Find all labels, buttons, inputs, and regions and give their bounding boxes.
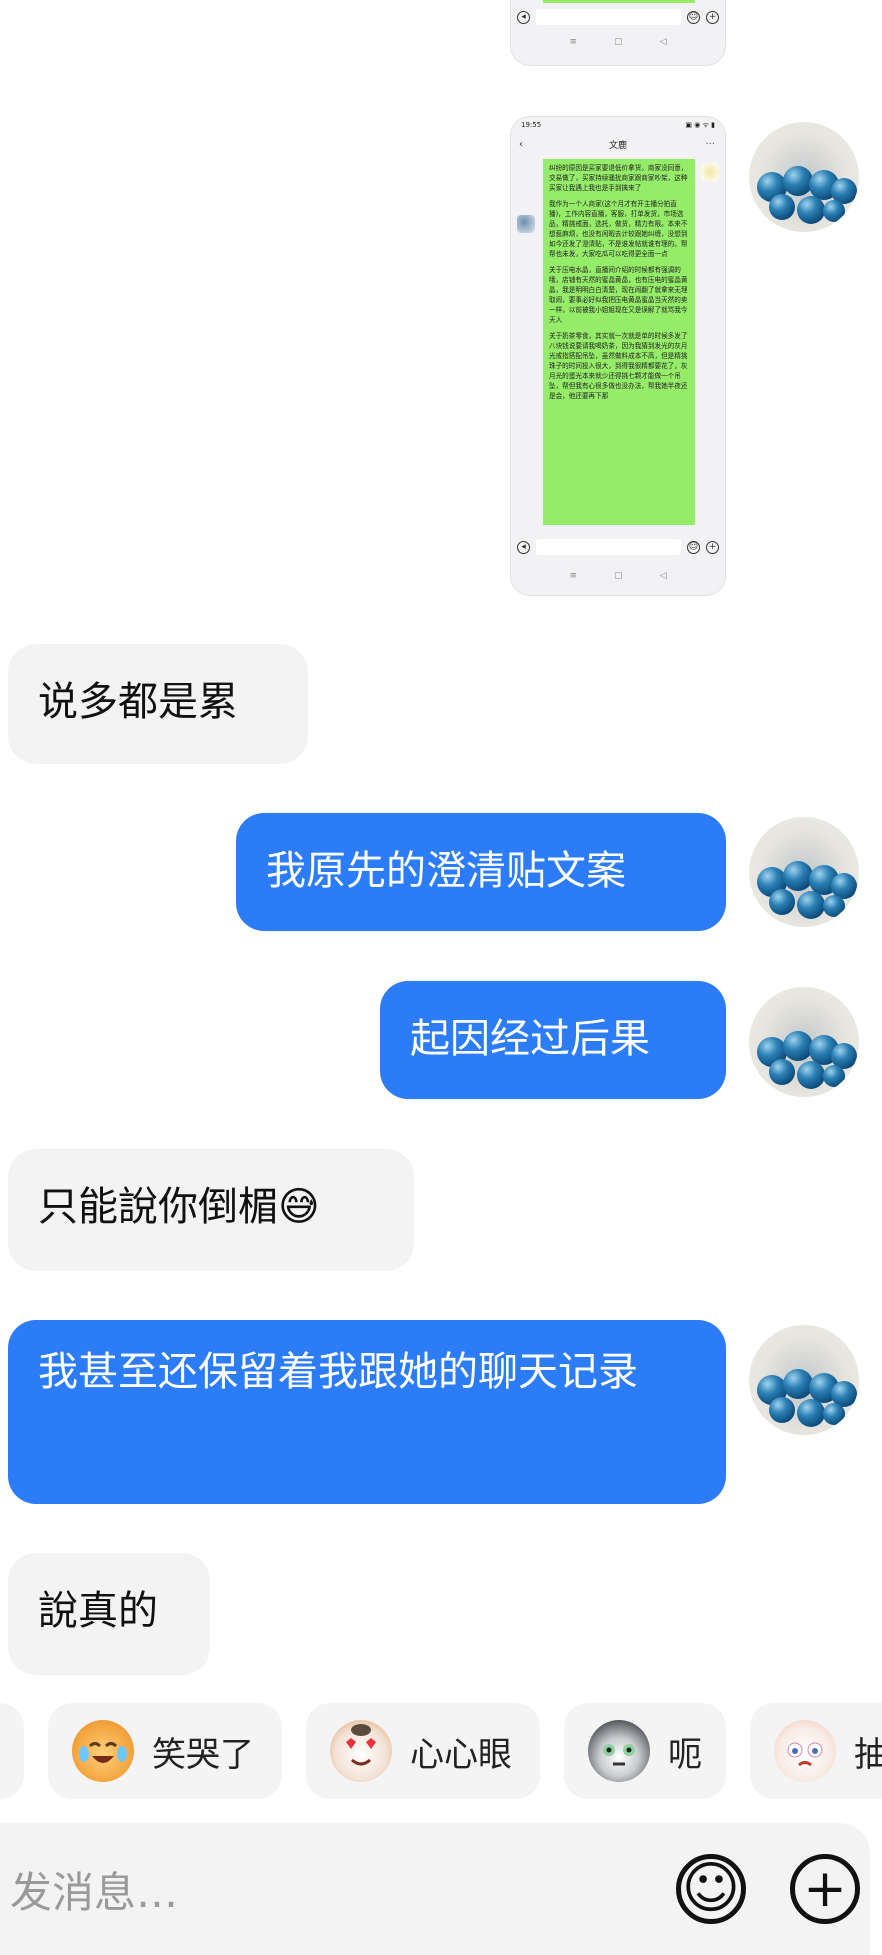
paragraph: 我作为一个人商家(这个月才有开主播分拍直播)，工作内容直播，客服，打单发货，市场… [549, 200, 688, 258]
bead-decoration [797, 1399, 825, 1427]
screenshot-input-bar: ◂ ☺ + [511, 533, 725, 561]
avatar[interactable] [749, 122, 859, 232]
screenshot-title-bar: ‹ 文鹿 ··· [511, 133, 725, 155]
message-text: 說真的 [38, 1588, 158, 1634]
bead-decoration [823, 200, 845, 222]
bead-decoration [797, 1061, 825, 1089]
bead-decoration [823, 1065, 845, 1087]
screenshot-input-field [536, 539, 681, 555]
emoji-chip-partial[interactable] [0, 1703, 24, 1799]
screenshot-input-bar: ◂ ☺ + [511, 3, 725, 31]
message-text: 我甚至还保留着我跟她的聊天记录 [38, 1349, 638, 1395]
paragraph: 纠纷的原因是买家要退低价拿货，商家没同意，交易做了，买家持续骚扰商家跟商家吵架，… [549, 164, 688, 192]
screenshot-status-icons: ▣ ◉ ᯤ ▮ [685, 120, 715, 129]
paragraph: 关于压电水晶，直播间介绍的时候都有强调的哦，店铺有天然的蜜晶黄晶，也有压电的蜜晶… [549, 266, 688, 324]
heart-eyes-cat-icon [330, 1720, 392, 1782]
sobbing-cat-icon [774, 1720, 836, 1782]
screenshot-long-message: 纠纷的原因是买家要退低价拿货，商家没同意，交易做了，买家持续骚扰商家跟商家吵架，… [543, 159, 695, 525]
emoji-icon: ☺ [687, 10, 700, 24]
menu-icon: ≡ [569, 37, 578, 47]
emoji-icon[interactable]: ☺ [676, 1854, 746, 1924]
message-composer: 发消息… ☺ + [0, 1823, 870, 1955]
screenshot-nav-bar: ≡ ▢ ◁ [511, 31, 725, 53]
screenshot-title: 文鹿 [608, 140, 627, 151]
add-icon[interactable]: + [790, 1854, 860, 1924]
sent-image-screenshot-1[interactable]: ◂ ☺ + ≡ ▢ ◁ [510, 0, 726, 66]
screenshot-input-field [536, 9, 681, 25]
message-bubble-sent[interactable]: 我甚至还保留着我跟她的聊天记录 [8, 1320, 726, 1504]
bead-decoration [797, 891, 825, 919]
screenshot-nav-bar: ≡ ▢ ◁ [511, 565, 725, 587]
emoji-label: 笑哭了 [152, 1734, 254, 1775]
emoji-chip-heart-eyes[interactable]: 心心眼 [306, 1703, 540, 1799]
message-bubble-sent[interactable]: 我原先的澄清贴文案 [236, 813, 726, 931]
emoji-chip-sobbing[interactable]: 抽 [750, 1703, 882, 1799]
home-icon: ▢ [614, 37, 623, 47]
back-icon: ‹ [519, 138, 523, 150]
menu-icon: ≡ [569, 571, 578, 581]
sent-image-screenshot-2[interactable]: 19:55 ▣ ◉ ᯤ ▮ ‹ 文鹿 ··· 纠纷的原因是买家要退低价拿货，商家… [510, 116, 726, 596]
chat-screen: ◂ ☺ + ≡ ▢ ◁ 19:55 ▣ ◉ ᯤ ▮ ‹ 文鹿 ··· 纠纷的原因… [0, 0, 882, 1955]
message-text: 只能說你倒楣😅 [38, 1184, 320, 1230]
emoji-label: 心心眼 [410, 1734, 512, 1775]
voice-icon: ◂ [517, 10, 530, 24]
bead-decoration [769, 1059, 795, 1085]
emoji-chip-laughing[interactable]: 笑哭了 [48, 1703, 282, 1799]
back-icon: ◁ [659, 37, 667, 47]
emoji-chip-awkward[interactable]: 呃 [564, 1703, 726, 1799]
laughing-crying-cat-icon [72, 1720, 134, 1782]
message-bubble-received[interactable]: 说多都是累 [8, 644, 308, 764]
home-icon: ▢ [614, 571, 623, 581]
bead-decoration [823, 895, 845, 917]
bead-decoration [769, 194, 795, 220]
screenshot-status-bar: 19:55 ▣ ◉ ᯤ ▮ [511, 117, 725, 133]
avatar[interactable] [749, 1325, 859, 1435]
message-bubble-sent[interactable]: 起因经过后果 [380, 981, 726, 1099]
message-text: 说多都是累 [38, 679, 238, 725]
emoji-label: 抽 [854, 1734, 882, 1775]
add-icon: + [706, 540, 719, 554]
contact-avatar-icon [517, 215, 535, 233]
add-icon: + [706, 10, 719, 24]
back-icon: ◁ [659, 571, 667, 581]
emoji-icon: ☺ [687, 540, 700, 554]
more-icon: ··· [705, 138, 715, 150]
bead-decoration [823, 1403, 845, 1425]
paragraph: 关于奶茶零食，其实就一次就是单的时候多发了八块钱说要请我喝奶茶，因为我猜到发光的… [549, 332, 688, 400]
message-text: 我原先的澄清贴文案 [266, 848, 626, 894]
message-bubble-received[interactable]: 說真的 [8, 1553, 210, 1675]
avatar[interactable] [749, 817, 859, 927]
bead-decoration [769, 889, 795, 915]
message-bubble-received[interactable]: 只能說你倒楣😅 [8, 1149, 414, 1271]
message-text: 起因经过后果 [410, 1016, 650, 1062]
bead-decoration [797, 196, 825, 224]
screenshot-time: 19:55 [521, 121, 542, 129]
emoji-label: 呃 [668, 1734, 702, 1775]
own-avatar-icon [701, 163, 719, 181]
avatar[interactable] [749, 987, 859, 1097]
bead-decoration [769, 1397, 795, 1423]
awkward-cat-icon [588, 1720, 650, 1782]
message-input[interactable]: 发消息… [10, 1859, 632, 1920]
voice-icon: ◂ [517, 540, 530, 554]
